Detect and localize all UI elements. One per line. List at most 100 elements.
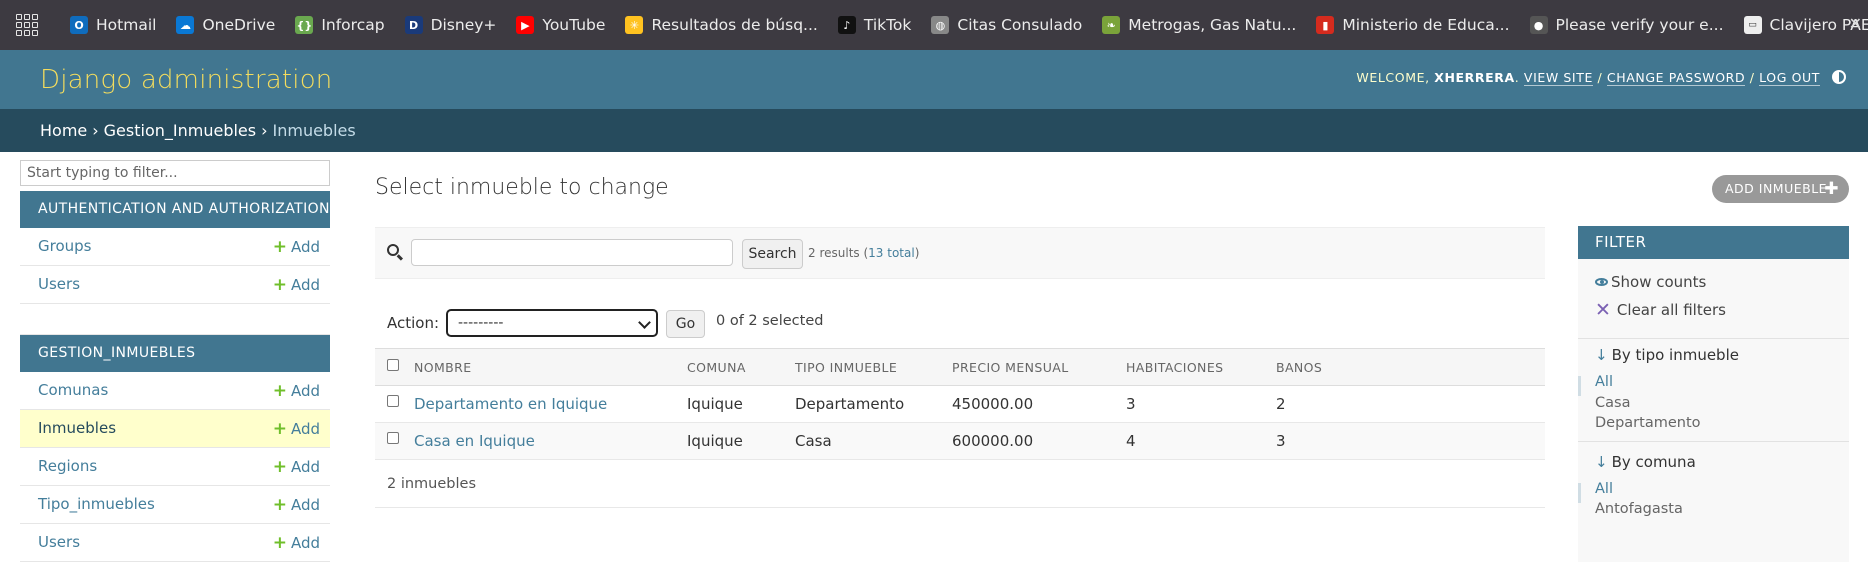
nav-filter-input[interactable] (20, 160, 330, 186)
user-tools: WELCOME, XHERRERA. VIEW SITE / CHANGE PA… (1356, 70, 1820, 86)
breadcrumb-home[interactable]: Home (40, 121, 87, 140)
bookmark-item[interactable]: {} Inforcap (295, 16, 385, 34)
bookmark-label: Inforcap (321, 16, 385, 34)
model-link[interactable]: Regions (38, 457, 97, 475)
filter-group-title: ↓ By tipo inmueble (1595, 346, 1739, 364)
plus-icon: + (272, 275, 287, 295)
column-header[interactable]: NOMBRE (414, 348, 687, 386)
sidebar-item-inmuebles: Inmuebles + Add (20, 410, 330, 448)
theme-toggle-icon[interactable] (1832, 70, 1846, 84)
row-checkbox[interactable] (387, 432, 399, 444)
filter-option[interactable]: Antofagasta (1595, 501, 1683, 517)
table-cell: Casa (795, 422, 952, 460)
inmueble-link[interactable]: Departamento en Iquique (414, 395, 607, 413)
clear-filters-link[interactable]: ✕ Clear all filters (1595, 299, 1726, 321)
username: XHERRERA (1434, 70, 1515, 85)
column-header[interactable]: HABITACIONES (1126, 348, 1276, 386)
add-model-link[interactable]: + Add (273, 457, 320, 477)
select-all-checkbox[interactable] (387, 358, 399, 371)
row-select-cell (375, 422, 414, 460)
model-link[interactable]: Tipo_inmuebles (38, 495, 155, 513)
search-icon (387, 244, 399, 256)
welcome-text: WELCOME, (1356, 70, 1430, 85)
bookmark-item[interactable]: O Hotmail (70, 16, 156, 34)
bookmark-item[interactable]: D Disney+ (404, 16, 496, 34)
table-cell: 3 (1276, 422, 1545, 460)
mineduc-icon: ▮ (1316, 16, 1335, 34)
module-caption[interactable]: AUTHENTICATION AND AUTHORIZATION (20, 191, 330, 228)
add-model-link[interactable]: + Add (273, 237, 320, 257)
column-header[interactable]: PRECIO MENSUAL (952, 348, 1126, 386)
sidebar-item-users: Users + Add (20, 524, 330, 562)
show-counts-link[interactable]: Show counts (1595, 273, 1706, 291)
module-caption[interactable]: GESTION_INMUEBLES (20, 335, 330, 372)
add-inmueble-button[interactable]: ADD INMUEBLE ✚ (1712, 175, 1849, 203)
sidebar-item-comunas: Comunas + Add (20, 372, 330, 410)
filter-panel: FILTER Show counts ✕ Clear all filters ↓ B… (1578, 226, 1849, 562)
filter-option[interactable]: Departamento (1595, 415, 1701, 431)
filter-option[interactable]: Casa (1595, 395, 1630, 411)
go-button[interactable]: Go (666, 310, 705, 338)
row-checkbox[interactable] (387, 395, 399, 407)
filter-option[interactable]: All (1595, 481, 1613, 497)
page-title: Select inmueble to change (375, 175, 669, 200)
site-header: Django administration WELCOME, XHERRERA.… (0, 50, 1868, 109)
usertools-sep: / (1749, 70, 1755, 85)
model-link[interactable]: Users (38, 533, 80, 551)
inforcap-icon: {} (295, 16, 314, 34)
breadcrumb-app[interactable]: Gestion_Inmuebles (104, 121, 256, 140)
plus-icon: + (272, 495, 287, 515)
model-link[interactable]: Inmuebles (38, 419, 116, 437)
filter-option[interactable]: All (1595, 374, 1613, 390)
action-select-value: --------- (458, 315, 504, 331)
bookmark-item[interactable]: ◍ Citas Consulado (931, 16, 1082, 34)
arrow-down-icon: ↓ (1595, 452, 1608, 471)
add-model-link[interactable]: + Add (273, 419, 320, 439)
add-model-link[interactable]: + Add (273, 495, 320, 515)
nav-sidebar: AUTHENTICATION AND AUTHORIZATIONGroups+A… (20, 160, 330, 562)
bookmark-item[interactable]: ♪ TikTok (837, 16, 911, 34)
bookmark-item[interactable]: ▮ Ministerio de Educa... (1316, 16, 1510, 34)
site-brand-link[interactable]: Django administration (40, 65, 333, 95)
column-header[interactable]: COMUNA (687, 348, 795, 386)
inmueble-link[interactable]: Casa en Iquique (414, 432, 535, 450)
globe-icon: ◍ (931, 16, 950, 34)
add-model-link[interactable]: + Add (273, 275, 320, 295)
bookmark-item[interactable]: ✳ Resultados de búsq... (625, 16, 818, 34)
total-count-link[interactable]: 13 total (868, 246, 915, 260)
clear-x-icon: ✕ (1595, 299, 1611, 321)
search-input[interactable] (411, 239, 733, 266)
bookmark-label: Citas Consulado (957, 16, 1083, 34)
bookmark-label: OneDrive (202, 16, 276, 34)
bookmarks-overflow-icon[interactable]: ✕ (1849, 14, 1862, 33)
model-link[interactable]: Comunas (38, 381, 108, 399)
apps-grid-icon[interactable] (16, 14, 38, 36)
model-link[interactable]: Users (38, 275, 80, 293)
column-header[interactable]: TIPO INMUEBLE (795, 348, 952, 386)
column-header[interactable]: BANOS (1276, 348, 1545, 386)
change-password-link[interactable]: CHANGE PASSWORD (1606, 70, 1746, 86)
bookmarks-bar: O Hotmail ☁ OneDrive {} Inforcap D Disney+ ▶ YouT… (0, 0, 1868, 50)
bookmark-item[interactable]: ❧ Metrogas, Gas Natu... (1102, 16, 1296, 34)
bookmark-item[interactable]: ☁ OneDrive (176, 16, 275, 34)
select-all-header (375, 348, 414, 386)
app-module: GESTION_INMUEBLES Comunas + Add Inmuebles + Ad… (20, 335, 330, 562)
log-out-link[interactable]: LOG OUT (1759, 70, 1820, 86)
add-model-link[interactable]: + Add (273, 533, 320, 553)
results-close: ) (914, 246, 920, 260)
model-link[interactable]: Groups (38, 237, 91, 255)
add-model-link[interactable]: + Add (273, 381, 320, 401)
bookmark-item[interactable]: ▶ YouTube (516, 16, 605, 34)
bookmark-item[interactable]: ● Please verify your e... (1529, 16, 1724, 34)
search-button[interactable]: Search (742, 239, 803, 269)
add-label: Add (290, 238, 320, 256)
sidebar-item-users: Users + Add (20, 266, 330, 304)
table-cell: 4 (1126, 422, 1276, 460)
breadcrumb-sep: › (92, 121, 99, 140)
outlook-icon: O (70, 16, 88, 34)
action-select[interactable]: --------- (446, 309, 658, 337)
show-counts-label: Show counts (1611, 273, 1707, 291)
results-text: 2 results ( (808, 246, 869, 260)
view-site-link[interactable]: VIEW SITE (1523, 70, 1593, 86)
walmart-icon: ✳ (625, 16, 644, 34)
